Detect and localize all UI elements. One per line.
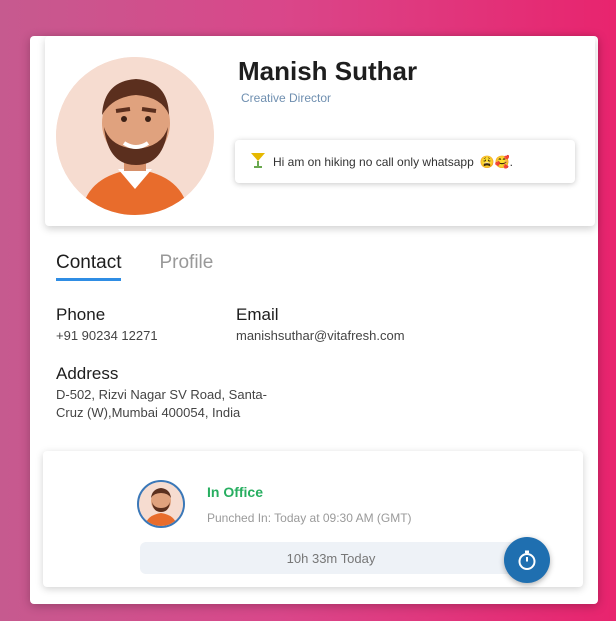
email-value: manishsuthar@vitafresh.com <box>236 328 405 343</box>
attendance-avatar <box>137 480 185 528</box>
avatar <box>56 57 214 215</box>
punched-in-time: Punched In: Today at 09:30 AM (GMT) <box>207 511 412 525</box>
address-line-1: D-502, Rizvi Nagar SV Road, Santa- <box>56 387 267 402</box>
status-message-text: Hi am on hiking no call only whatsapp <box>273 154 474 169</box>
profile-name: Manish Suthar <box>238 56 418 86</box>
profile-role: Creative Director <box>241 91 332 105</box>
hours-bar: 10h 33m Today <box>140 542 522 574</box>
timer-button[interactable] <box>504 537 550 583</box>
cocktail-icon <box>249 151 267 172</box>
stopwatch-icon <box>518 550 536 570</box>
phone-value: +91 90234 12271 <box>56 328 158 343</box>
email-label: Email <box>236 305 279 324</box>
address-label: Address <box>56 364 119 383</box>
hours-today: 10h 33m Today <box>286 550 376 566</box>
status-emojis: 😩🥰. <box>479 154 513 169</box>
avatar-illustration <box>56 57 214 215</box>
office-status: In Office <box>207 484 264 500</box>
profile-tabs: Contact Profile <box>56 252 213 281</box>
mini-avatar-illustration <box>139 482 183 526</box>
address-line-2: Cruz (W),Mumbai 400054, India <box>56 405 241 420</box>
phone-label: Phone <box>56 305 106 324</box>
tab-profile[interactable]: Profile <box>159 252 213 281</box>
tab-contact[interactable]: Contact <box>56 252 122 281</box>
status-message-box: Hi am on hiking no call only whatsapp 😩🥰… <box>235 140 575 183</box>
